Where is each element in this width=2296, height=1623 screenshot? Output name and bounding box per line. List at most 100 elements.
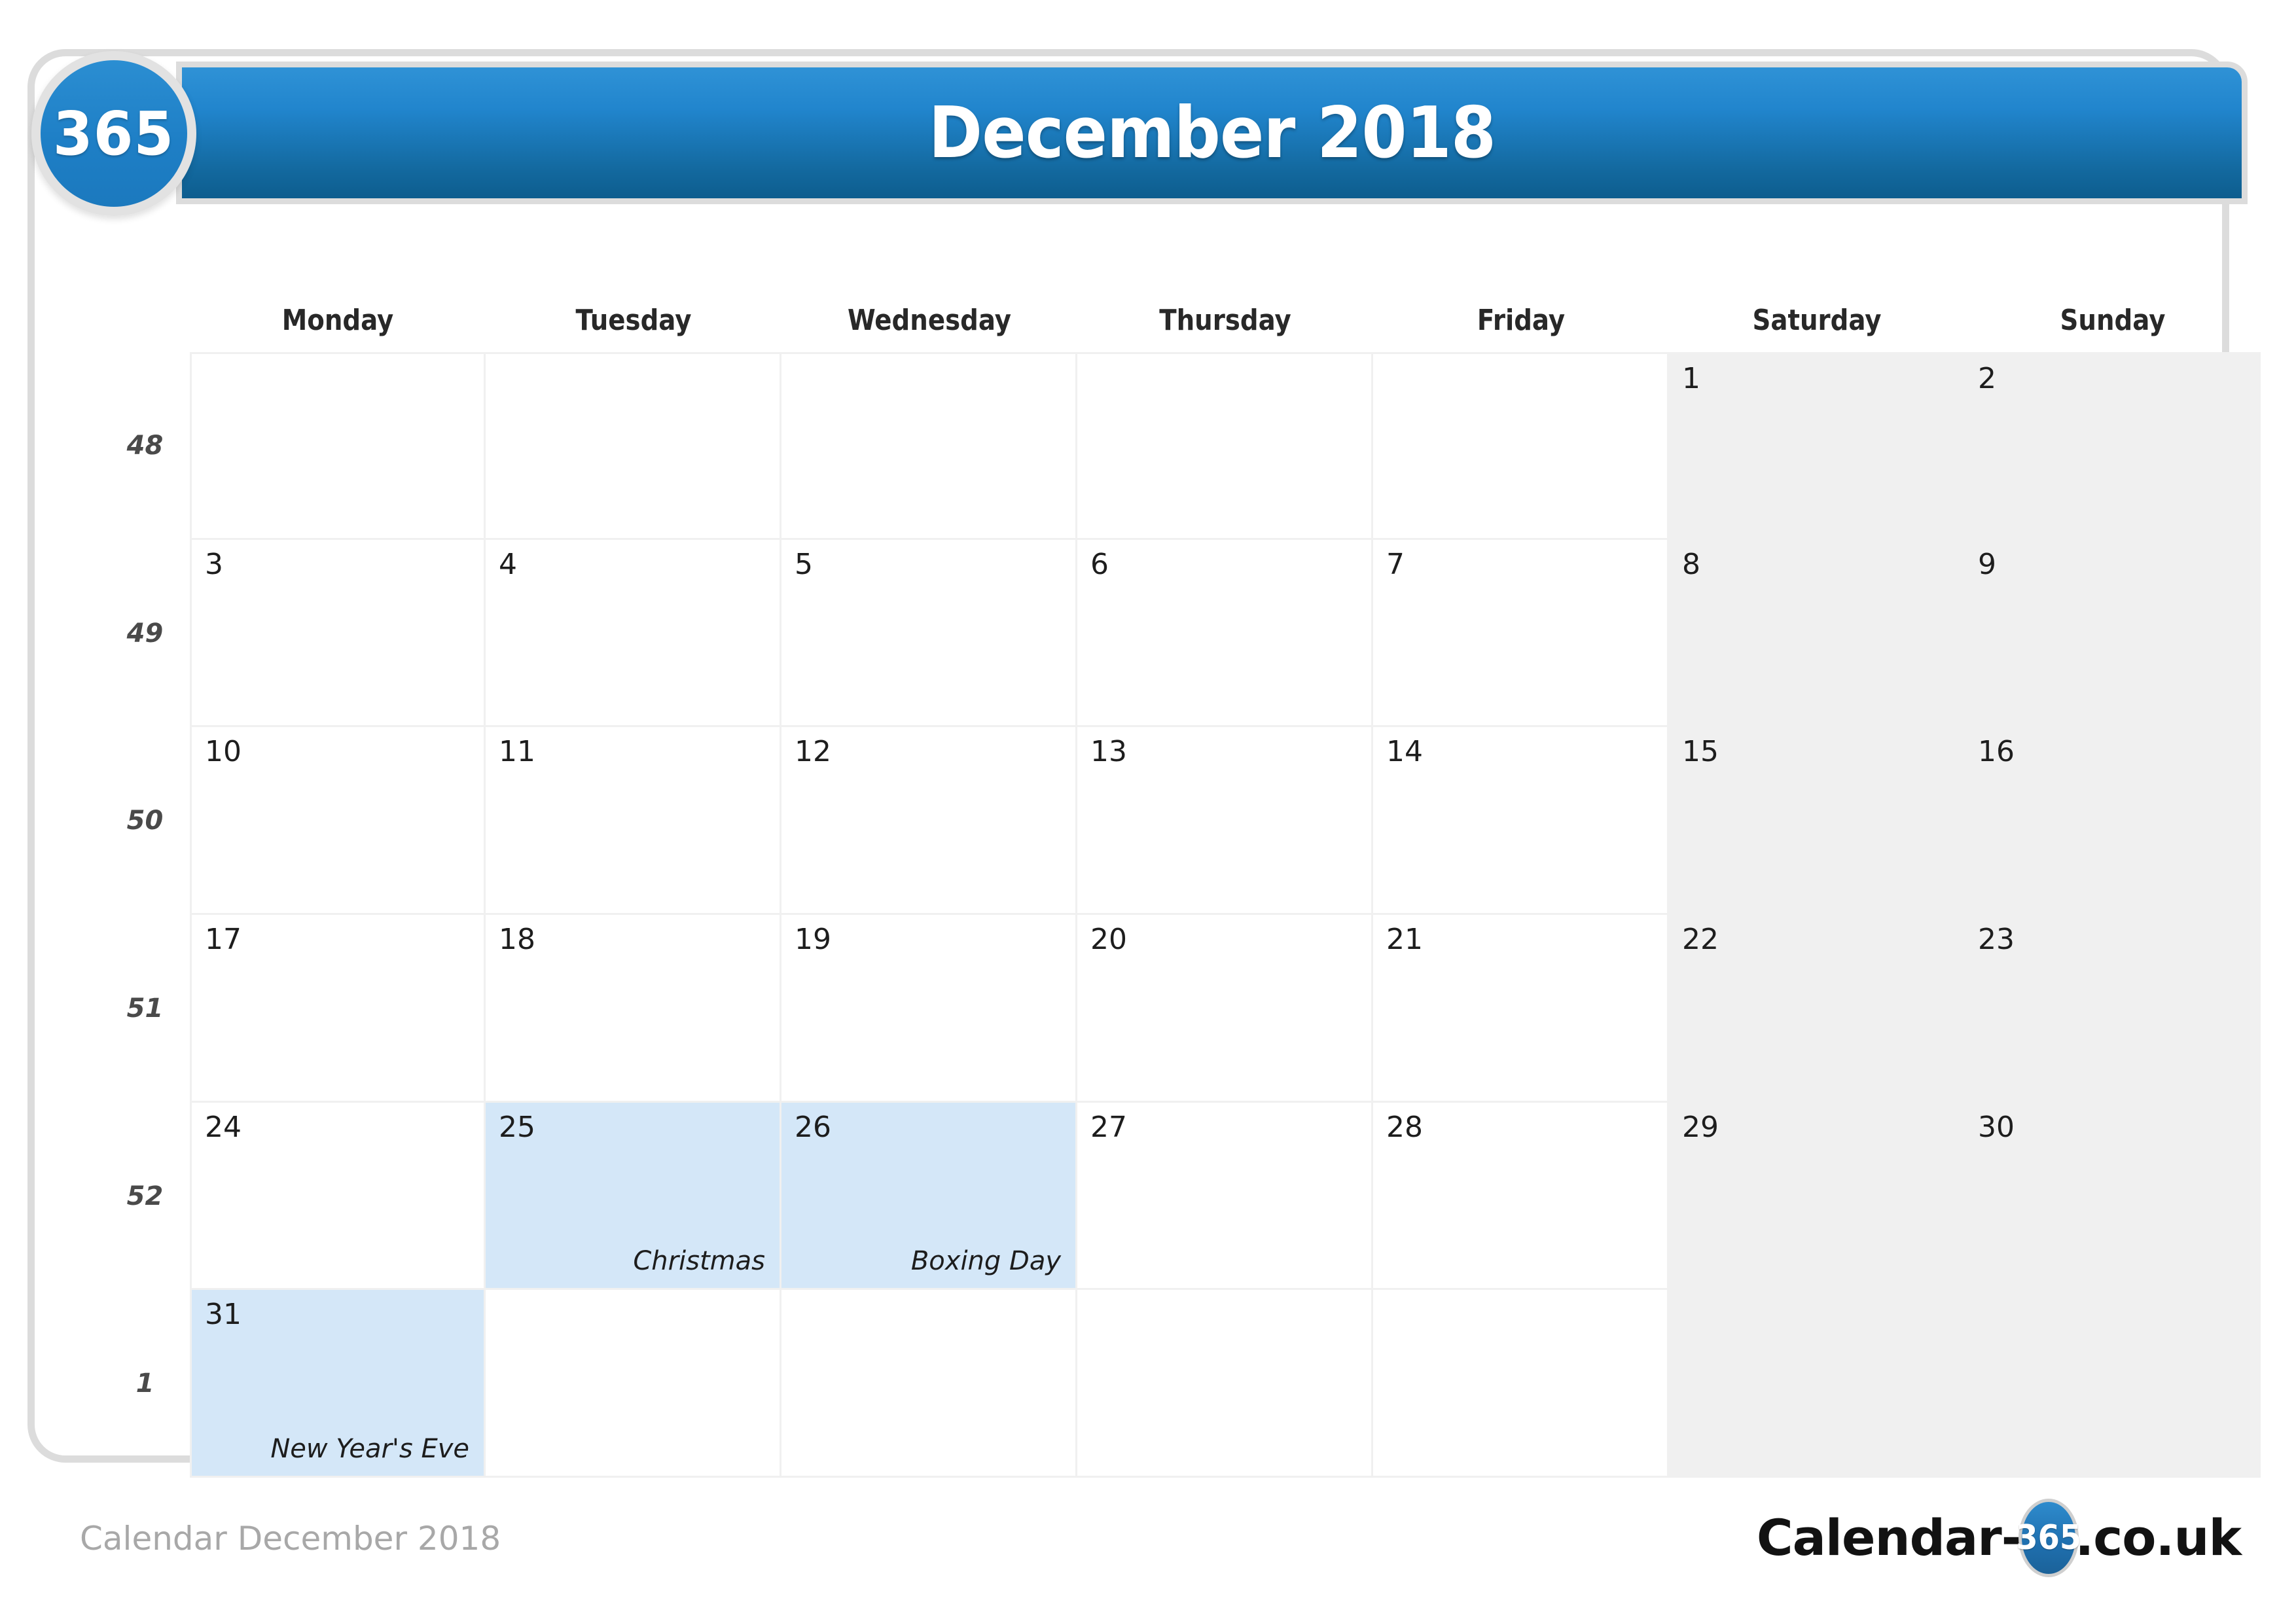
day-number: 10 bbox=[205, 735, 242, 769]
week-number: 50 bbox=[126, 806, 164, 836]
day-cell[interactable]: 13 bbox=[1077, 727, 1373, 915]
day-number: 11 bbox=[499, 735, 535, 769]
day-number: 31 bbox=[205, 1298, 242, 1332]
weekday-header-friday: Friday bbox=[1477, 304, 1566, 337]
day-cell[interactable]: 16 bbox=[1965, 727, 2261, 915]
weekday-header-monday: Monday bbox=[281, 304, 394, 337]
day-cell[interactable]: 19 bbox=[781, 914, 1077, 1103]
page-title: December 2018 bbox=[928, 92, 1496, 174]
day-cell-empty bbox=[190, 352, 486, 540]
day-cell-empty bbox=[486, 1290, 781, 1478]
day-cell-empty bbox=[781, 1290, 1077, 1478]
day-number: 19 bbox=[795, 922, 831, 956]
day-cell[interactable]: 25 Christmas bbox=[486, 1102, 781, 1291]
footer-caption: Calendar December 2018 bbox=[80, 1520, 501, 1558]
weekday-header-tuesday: Tuesday bbox=[575, 304, 692, 337]
day-event-label: Boxing Day bbox=[910, 1246, 1061, 1277]
day-cell[interactable]: 30 bbox=[1965, 1102, 2261, 1291]
day-cell[interactable]: 24 bbox=[190, 1102, 486, 1291]
weekday-header-sunday: Sunday bbox=[2060, 304, 2166, 337]
day-cell[interactable]: 27 bbox=[1077, 1102, 1373, 1291]
footer-logo-badge-icon: 365 bbox=[2016, 1499, 2082, 1577]
day-number: 3 bbox=[205, 547, 223, 581]
day-event-label: Christmas bbox=[633, 1246, 765, 1277]
day-number: 7 bbox=[1386, 547, 1405, 581]
footer-logo-prefix: Calendar- bbox=[1756, 1508, 2022, 1567]
footer-logo-suffix: .co.uk bbox=[2075, 1508, 2242, 1567]
day-cell-empty bbox=[1373, 352, 1669, 540]
day-number: 21 bbox=[1386, 922, 1423, 956]
day-cell[interactable]: 9 bbox=[1965, 539, 2261, 728]
day-cell[interactable]: 31 New Year's Eve bbox=[190, 1290, 486, 1478]
day-number: 17 bbox=[205, 922, 242, 956]
day-cell[interactable]: 20 bbox=[1077, 914, 1373, 1103]
day-cell[interactable]: 23 bbox=[1965, 914, 2261, 1103]
day-cell[interactable]: 14 bbox=[1373, 727, 1669, 915]
day-cell[interactable]: 10 bbox=[190, 727, 486, 915]
day-number: 16 bbox=[1978, 735, 2015, 769]
day-cell[interactable]: 7 bbox=[1373, 539, 1669, 728]
day-number: 15 bbox=[1682, 735, 1719, 769]
day-cell[interactable]: 12 bbox=[781, 727, 1077, 915]
day-cell-empty bbox=[1077, 352, 1373, 540]
weekday-header-row: Monday Tuesday Wednesday Thursday Friday Satu… bbox=[190, 304, 2261, 349]
weekday-header-thursday: Thursday bbox=[1159, 304, 1291, 337]
day-number: 28 bbox=[1386, 1110, 1423, 1144]
day-cell[interactable]: 28 bbox=[1373, 1102, 1669, 1291]
day-cell[interactable]: 29 bbox=[1669, 1102, 1965, 1291]
day-cell[interactable]: 11 bbox=[486, 727, 781, 915]
day-number: 13 bbox=[1090, 735, 1127, 769]
day-cell[interactable]: 4 bbox=[486, 539, 781, 728]
day-number: 8 bbox=[1682, 547, 1700, 581]
day-number: 26 bbox=[795, 1110, 831, 1144]
day-cell[interactable]: 5 bbox=[781, 539, 1077, 728]
day-cell[interactable]: 1 bbox=[1669, 352, 1965, 540]
day-number: 18 bbox=[499, 922, 535, 956]
day-cell[interactable]: 17 bbox=[190, 914, 486, 1103]
day-cell[interactable]: 21 bbox=[1373, 914, 1669, 1103]
day-number: 20 bbox=[1090, 922, 1127, 956]
day-cell[interactable]: 2 bbox=[1965, 352, 2261, 540]
day-cell[interactable]: 6 bbox=[1077, 539, 1373, 728]
brand-badge-365[interactable]: 365 bbox=[31, 51, 196, 216]
day-cell-empty bbox=[1965, 1290, 2261, 1478]
weekday-header-saturday: Saturday bbox=[1752, 304, 1882, 337]
day-cell[interactable]: 8 bbox=[1669, 539, 1965, 728]
footer-logo[interactable]: Calendar- 365 .co.uk bbox=[1756, 1499, 2242, 1577]
brand-badge-label: 365 bbox=[53, 98, 175, 169]
calendar-frame: Monday Tuesday Wednesday Thursday Friday Satu… bbox=[27, 49, 2261, 1478]
day-cell[interactable]: 3 bbox=[190, 539, 486, 728]
day-number: 29 bbox=[1682, 1110, 1719, 1144]
day-number: 25 bbox=[499, 1110, 535, 1144]
day-number: 2 bbox=[1978, 362, 1996, 395]
day-number: 1 bbox=[1682, 362, 1700, 395]
day-cell[interactable]: 22 bbox=[1669, 914, 1965, 1103]
month-grid: 1 2 3 4 5 6 7 8 9 10 11 12 13 14 15 16 17 18 19 20 21 22 23 24 2… bbox=[190, 352, 2261, 1478]
day-number: 14 bbox=[1386, 735, 1423, 769]
day-number: 6 bbox=[1090, 547, 1109, 581]
day-cell[interactable]: 18 bbox=[486, 914, 781, 1103]
day-number: 5 bbox=[795, 547, 813, 581]
day-cell-empty bbox=[1669, 1290, 1965, 1478]
day-number: 27 bbox=[1090, 1110, 1127, 1144]
week-number: 49 bbox=[126, 618, 164, 649]
week-number-gutter: 48 49 50 51 52 1 bbox=[100, 352, 190, 1478]
day-number: 24 bbox=[205, 1110, 242, 1144]
footer-logo-badge-label: 365 bbox=[2016, 1518, 2082, 1558]
day-number: 12 bbox=[795, 735, 831, 769]
weekday-header-wednesday: Wednesday bbox=[847, 304, 1012, 337]
week-number: 51 bbox=[126, 993, 164, 1024]
day-cell-empty bbox=[781, 352, 1077, 540]
day-cell-empty bbox=[1077, 1290, 1373, 1478]
day-number: 23 bbox=[1978, 922, 2015, 956]
day-cell[interactable]: 15 bbox=[1669, 727, 1965, 915]
month-title-bar: December 2018 bbox=[182, 67, 2242, 198]
day-cell-empty bbox=[1373, 1290, 1669, 1478]
day-cell-empty bbox=[486, 352, 781, 540]
day-number: 9 bbox=[1978, 547, 1996, 581]
week-number: 48 bbox=[126, 431, 164, 461]
week-number: 1 bbox=[135, 1368, 154, 1399]
week-number: 52 bbox=[126, 1181, 164, 1211]
day-cell[interactable]: 26 Boxing Day bbox=[781, 1102, 1077, 1291]
day-number: 22 bbox=[1682, 922, 1719, 956]
